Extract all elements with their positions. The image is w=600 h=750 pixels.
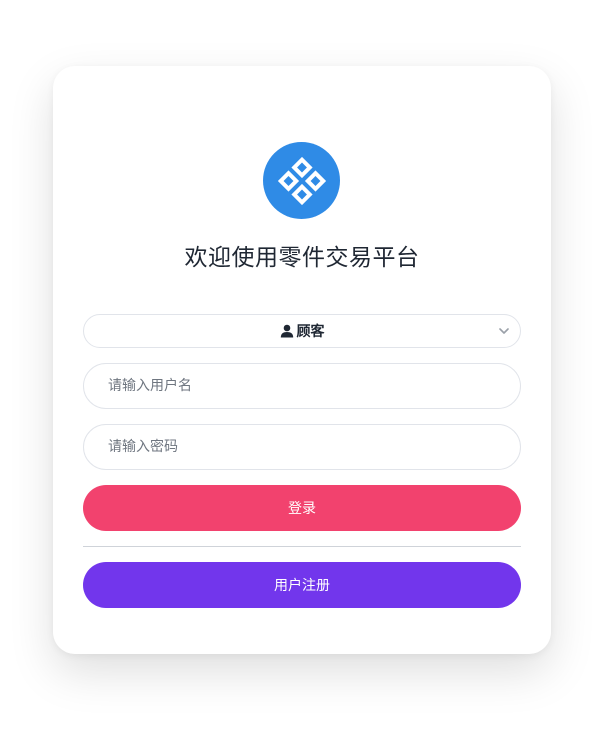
page-title: 欢迎使用零件交易平台 [184,245,420,271]
password-input[interactable] [83,424,521,470]
login-button[interactable]: 登录 [83,485,521,531]
diamond-grid-icon [277,156,326,205]
user-icon [280,324,294,338]
role-select[interactable]: 顾客 [83,314,521,348]
platform-logo [263,142,340,219]
divider [83,546,521,547]
register-button[interactable]: 用户注册 [83,562,521,608]
role-select-value: 顾客 [296,324,325,340]
username-input[interactable] [83,363,521,409]
login-card: 欢迎使用零件交易平台 顾客 登录 用户注册 [53,66,551,654]
chevron-down-icon [499,328,509,334]
